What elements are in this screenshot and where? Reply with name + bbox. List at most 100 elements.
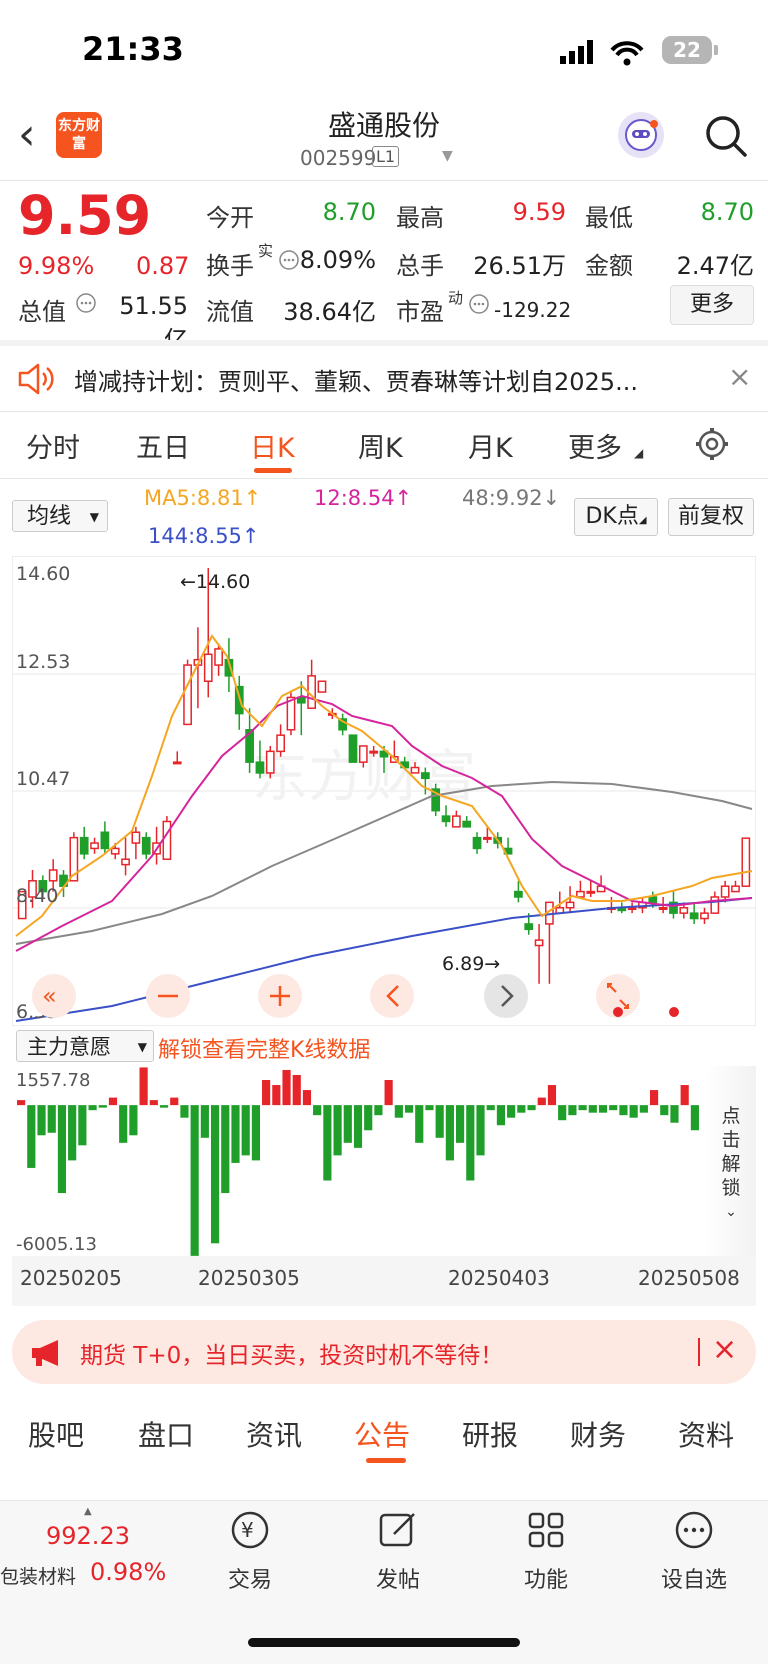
- close-icon[interactable]: ×: [728, 360, 751, 393]
- promo-text[interactable]: 期货 T+0，当日买卖，投资时机不等待！: [80, 1336, 503, 1370]
- volume-bar: [384, 1080, 393, 1106]
- trade-label: 交易: [227, 1568, 272, 1593]
- volume-bar: [690, 1105, 699, 1131]
- axis-top: 14.60: [16, 563, 70, 585]
- more-button[interactable]: 更多: [670, 285, 754, 325]
- volume-value: 26.51万: [473, 252, 566, 280]
- volume-bar: [302, 1090, 312, 1106]
- volume-bar: [660, 1105, 669, 1116]
- index-percent[interactable]: 0.98%: [90, 1558, 166, 1586]
- amount-value: 2.47亿: [676, 252, 754, 280]
- close-icon[interactable]: ×: [712, 1332, 737, 1367]
- active-tab-indicator: [254, 468, 292, 473]
- chevron-down-icon: ▼: [137, 1040, 147, 1054]
- volume-axis-top: 1557.78: [16, 1070, 90, 1091]
- side-unlock-char: 锁: [721, 1177, 741, 1199]
- chevron-down-icon: ⌄: [725, 1204, 737, 1220]
- volume-bar: [415, 1105, 424, 1143]
- tab-daily-k[interactable]: 日K: [250, 426, 295, 465]
- volume-bar: [476, 1105, 485, 1156]
- more-dots-icon: [675, 1511, 713, 1549]
- volume-bar: [231, 1105, 240, 1163]
- tab-more[interactable]: 更多: [568, 426, 622, 465]
- volume-bar: [57, 1105, 67, 1194]
- info-icon[interactable]: [75, 292, 97, 318]
- info-icon[interactable]: [468, 293, 490, 319]
- tab-announcements[interactable]: 公告: [354, 1414, 410, 1454]
- volume-bar: [129, 1105, 138, 1136]
- volume-bar: [139, 1067, 148, 1106]
- speaker-icon: [16, 362, 56, 400]
- date-label: 20250305: [198, 1266, 300, 1290]
- notice-text[interactable]: 增减持计划：贾则平、董颖、贾春琳等计划自2025...: [74, 362, 684, 397]
- post-button[interactable]: 发帖: [348, 1508, 448, 1594]
- float-value: 38.64亿: [283, 298, 376, 326]
- min-price-mark: 6.89→: [442, 953, 500, 975]
- tab-research[interactable]: 研报: [462, 1414, 518, 1454]
- caret-icon: ◢: [638, 515, 647, 526]
- high-label: 最高: [396, 204, 444, 232]
- tab-profile[interactable]: 资料: [678, 1414, 734, 1454]
- index-value[interactable]: 992.23: [46, 1522, 130, 1550]
- volume-bar: [27, 1105, 36, 1168]
- assistant-avatar-icon[interactable]: [618, 112, 664, 158]
- stock-code[interactable]: 002599: [300, 146, 376, 170]
- notification-dot: [669, 1007, 679, 1017]
- volume-bar: [670, 1105, 679, 1123]
- gear-icon[interactable]: [694, 426, 730, 466]
- functions-button[interactable]: 功能: [496, 1508, 596, 1594]
- tab-monthly-k[interactable]: 月K: [468, 426, 513, 465]
- volume-bar: [343, 1105, 352, 1143]
- tab-intraday[interactable]: 分时: [26, 426, 80, 465]
- volume-bar: [364, 1105, 373, 1131]
- indicator-select[interactable]: 主力意愿 ▼: [16, 1030, 154, 1062]
- volume-bar: [609, 1105, 618, 1111]
- add-watchlist-button[interactable]: 设自选: [644, 1508, 744, 1594]
- ma5-label: MA5:8.81↑: [144, 486, 262, 510]
- ma-select[interactable]: 均线 ▼: [12, 500, 108, 532]
- pe-sup: 动: [448, 289, 464, 307]
- volume-bar: [282, 1069, 291, 1106]
- tab-pankou[interactable]: 盘口: [138, 1414, 194, 1454]
- candle: [348, 734, 358, 763]
- home-indicator: [248, 1638, 520, 1647]
- adjust-button[interactable]: 前复权: [668, 498, 754, 536]
- volume-bar: [649, 1090, 659, 1106]
- divider: [0, 180, 768, 181]
- edit-icon: [379, 1513, 415, 1547]
- tab-guba[interactable]: 股吧: [28, 1414, 84, 1454]
- level-badge: L1: [372, 146, 400, 167]
- kline-chart[interactable]: 东方财富 ←14.60 6.89→ 14.60 12.53 10.47 8.40…: [12, 556, 756, 1026]
- side-unlock-text[interactable]: 点 击 解 锁 ⌄: [720, 1104, 742, 1224]
- volume-bar: [200, 1105, 209, 1138]
- tab-news[interactable]: 资讯: [246, 1414, 302, 1454]
- date-label: 20250403: [448, 1266, 550, 1290]
- dk-label: DK点: [585, 504, 639, 529]
- side-unlock-char: 击: [721, 1129, 741, 1151]
- axis-l2: 12.53: [16, 651, 70, 673]
- chevron-down-icon[interactable]: ▼: [442, 148, 453, 164]
- functions-label: 功能: [523, 1568, 568, 1593]
- volume-bar: [578, 1105, 587, 1111]
- trade-button[interactable]: ¥ 交易: [200, 1508, 300, 1594]
- date-label: 20250205: [20, 1266, 122, 1290]
- unlock-link[interactable]: 解锁查看完整K线数据: [158, 1032, 370, 1064]
- tab-five-day[interactable]: 五日: [136, 426, 190, 465]
- volume-axis-bottom: -6005.13: [16, 1234, 97, 1255]
- volume-bar: [88, 1105, 97, 1111]
- tab-weekly-k[interactable]: 周K: [358, 426, 403, 465]
- dk-point-button[interactable]: DK点◢: [574, 498, 658, 536]
- open-value: 8.70: [322, 198, 376, 226]
- index-name[interactable]: 包装材料: [0, 1562, 76, 1589]
- volume-bar: [527, 1105, 536, 1111]
- turnover-value: 8.09%: [299, 246, 376, 274]
- ma144-label: 144:8.55↑: [148, 524, 260, 548]
- search-icon[interactable]: [704, 114, 748, 162]
- volume-bar: [537, 1097, 546, 1106]
- pe-label: 市盈: [396, 298, 444, 326]
- tab-finance[interactable]: 财务: [570, 1414, 626, 1454]
- open-label: 今开: [206, 204, 254, 232]
- volume-bar: [159, 1105, 169, 1108]
- volume-bar: [629, 1105, 638, 1118]
- volume-bar: [466, 1105, 475, 1181]
